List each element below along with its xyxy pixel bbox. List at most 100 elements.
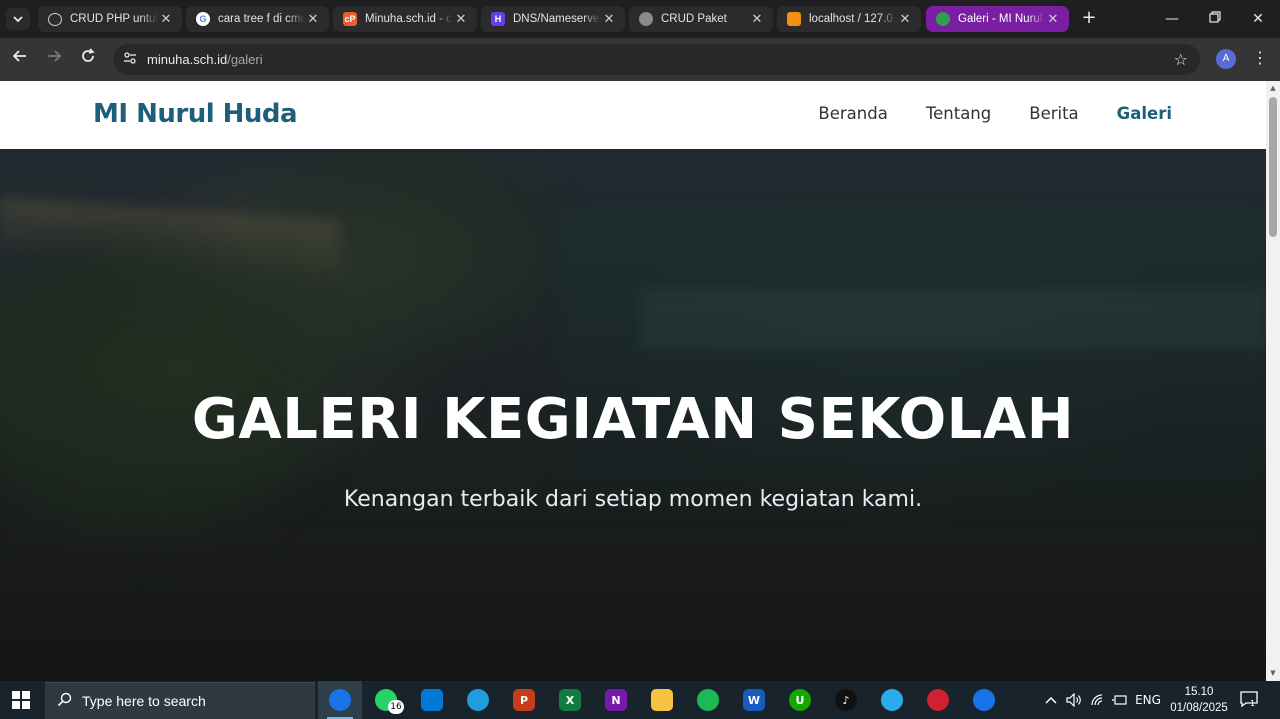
chevron-down-icon [13,16,23,23]
browser-tab-6[interactable]: localhost / 127.0.0.1 ✕ [777,6,921,32]
taskbar-app-tiktok[interactable]: ♪ [824,681,868,719]
address-bar[interactable]: minuha.sch.id/galeri ☆ [113,44,1200,75]
taskbar-clock[interactable]: 15.10 01/08/2025 [1166,684,1232,716]
taskbar-app-spotify[interactable] [686,681,730,719]
volume-icon[interactable] [1064,681,1084,719]
arrow-right-icon [48,50,62,62]
taskbar-app-vscode[interactable] [410,681,454,719]
phpmyadmin-icon [787,12,801,26]
close-icon[interactable]: ✕ [453,11,469,27]
taskbar-app-whatsapp[interactable]: 16 [364,681,408,719]
taskbar-app-edge[interactable] [456,681,500,719]
url-text: minuha.sch.id/galeri [147,52,263,67]
nav-link-berita[interactable]: Berita [1029,104,1078,123]
clock-date: 01/08/2025 [1170,702,1228,714]
tray-overflow-chevron-icon[interactable] [1042,681,1060,719]
scroll-up-icon[interactable]: ▲ [1269,84,1277,92]
close-icon[interactable]: ✕ [749,11,765,27]
page-scrollbar[interactable]: ▲ ▼ [1266,81,1280,681]
browser-tab-3[interactable]: cP Minuha.sch.id - cPanel ✕ [333,6,477,32]
vscode-icon [421,689,443,711]
page-viewport: MI Nurul Huda Beranda Tentang Berita Gal… [0,81,1280,681]
browser-tab-1[interactable]: CRUD PHP untuk ✕ [38,6,182,32]
taskbar-app-ai-app[interactable] [916,681,960,719]
reload-button[interactable] [77,48,99,70]
taskbar-app-chrome[interactable] [318,681,362,719]
profile-avatar[interactable]: A [1216,49,1236,69]
site-brand[interactable]: MI Nurul Huda [93,99,298,129]
wifi-icon[interactable] [1088,681,1108,719]
clock-time: 15.10 [1184,686,1214,698]
browser-tab-4[interactable]: H DNS/Nameservers ✕ [481,6,625,32]
taskbar-app-word[interactable]: W [732,681,776,719]
browser-toolbar: minuha.sch.id/galeri ☆ A ⋮ [0,38,1280,81]
browser-tab-5[interactable]: CRUD Paket ✕ [629,6,773,32]
browser-menu-icon[interactable]: ⋮ [1250,48,1270,67]
tab-search-button[interactable] [6,8,30,30]
battery-icon[interactable] [1110,681,1130,719]
tab-title: CRUD Paket [661,13,727,25]
site-navbar: MI Nurul Huda Beranda Tentang Berita Gal… [0,81,1266,149]
google-icon: G [196,12,210,26]
close-icon[interactable]: ✕ [897,11,913,27]
close-window-button[interactable]: ✕ [1238,6,1278,32]
scroll-down-icon[interactable]: ▼ [1269,669,1277,677]
powerpoint-icon: P [513,689,535,711]
close-icon[interactable]: ✕ [305,11,321,27]
close-icon[interactable]: ✕ [158,11,174,27]
nav-link-beranda[interactable]: Beranda [818,104,887,123]
tab-title: localhost / 127.0.0.1 [809,13,897,25]
minimize-button[interactable]: — [1152,6,1192,32]
tab-title: Minuha.sch.id - cPanel [365,13,453,25]
spotify-icon [697,689,719,711]
school-logo-icon [936,12,950,26]
browser-tab-strip: CRUD PHP untuk ✕ G cara tree f di cmd ✕ … [0,0,1280,38]
taskbar-app-file-explorer[interactable] [640,681,684,719]
url-host: minuha.sch.id [147,52,228,67]
windows-logo-icon [12,691,20,699]
bookmark-star-icon[interactable]: ☆ [1174,50,1188,69]
start-button[interactable] [12,691,30,709]
new-tab-button[interactable]: + [1078,8,1100,30]
language-indicator[interactable]: ENG [1134,681,1162,719]
taskbar-app-upwork[interactable]: U [778,681,822,719]
hero-title: GALERI KEGIATAN SEKOLAH [191,387,1075,452]
scrollbar-thumb[interactable] [1269,97,1277,237]
close-icon[interactable]: ✕ [601,11,617,27]
restore-button[interactable] [1195,6,1235,32]
tab-title: CRUD PHP untuk [70,13,158,25]
windows-logo-icon-part [22,691,30,699]
hostinger-icon: H [491,12,505,26]
browser-tab-7-active[interactable]: Galeri - MI Nurul Huda ✕ [926,6,1069,32]
site-info-icon[interactable] [123,51,141,68]
tab-title: cara tree f di cmd [218,13,305,25]
excel-icon: X [559,689,581,711]
forward-button[interactable] [43,48,65,70]
close-icon[interactable]: ✕ [1045,11,1061,27]
nav-link-galeri[interactable]: Galeri [1117,104,1172,123]
onenote-icon: N [605,689,627,711]
taskbar-search-box[interactable]: Type here to search [45,682,315,719]
nav-link-tentang[interactable]: Tentang [926,104,991,123]
windows-logo-icon-part [22,701,30,709]
notification-count: 1 [1250,699,1256,708]
chatgpt-icon [48,12,62,26]
telegram-icon [881,689,903,711]
search-icon [57,692,72,711]
chrome-icon [329,689,351,711]
search-placeholder: Type here to search [82,693,206,709]
cpanel-icon: cP [343,12,357,26]
back-button[interactable] [9,48,31,70]
taskbar-app-telegram[interactable] [870,681,914,719]
taskbar-app-chrome-profile[interactable] [962,681,1006,719]
word-icon: W [743,689,765,711]
taskbar-app-excel[interactable]: X [548,681,592,719]
taskbar-app-onenote[interactable]: N [594,681,638,719]
site-menu: Beranda Tentang Berita Galeri [818,104,1172,123]
taskbar-app-powerpoint[interactable]: P [502,681,546,719]
arrow-left-icon [12,50,26,62]
notification-center-icon[interactable]: 1 [1240,691,1258,711]
edge-icon [467,689,489,711]
unread-badge: 16 [388,700,404,714]
browser-tab-2[interactable]: G cara tree f di cmd ✕ [186,6,329,32]
